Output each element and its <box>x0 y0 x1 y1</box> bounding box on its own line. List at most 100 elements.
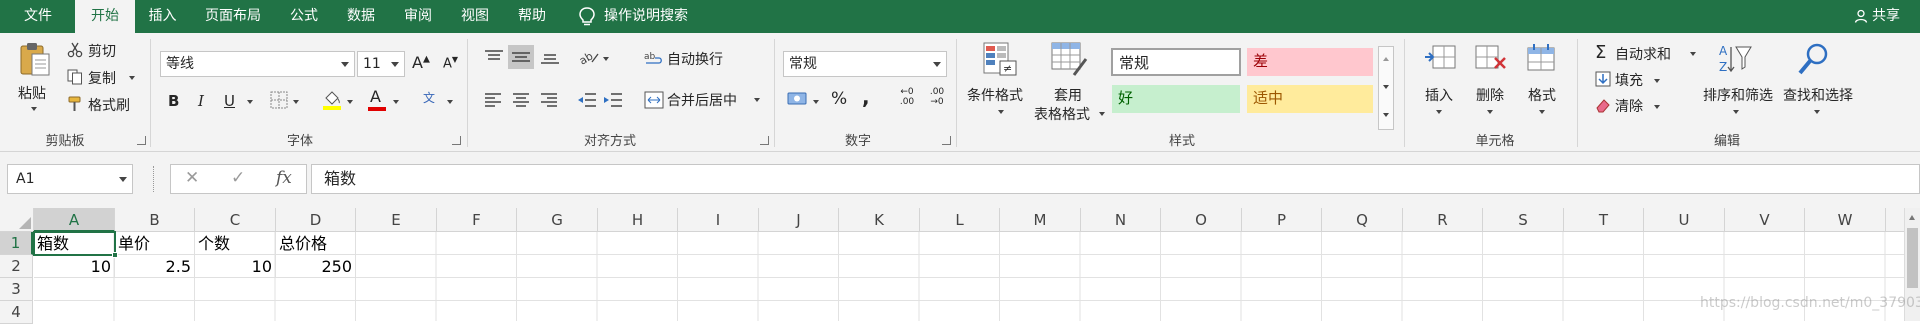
tab-page-layout[interactable]: 页面布局 <box>197 0 269 33</box>
styles-gallery-scroller[interactable] <box>1378 46 1394 130</box>
increase-decimal-button[interactable]: ←0 .00 <box>896 87 918 107</box>
paste-icon[interactable] <box>18 41 52 77</box>
formula-input[interactable]: 箱数 <box>311 164 1920 194</box>
row-header-3[interactable]: 3 <box>0 278 33 301</box>
cut-button[interactable]: 剪切 <box>88 41 116 61</box>
number-format-select[interactable]: 常规 <box>783 51 947 77</box>
style-good[interactable]: 好 <box>1112 85 1240 113</box>
grow-font-button[interactable]: A▲ <box>412 53 430 72</box>
format-as-table-dropdown-icon[interactable] <box>1099 112 1105 116</box>
scroll-down-icon[interactable] <box>1383 85 1389 89</box>
column-header-u[interactable]: U <box>1644 208 1725 232</box>
orientation-icon[interactable]: ab <box>578 48 600 66</box>
tab-help[interactable]: 帮助 <box>512 0 552 33</box>
enter-icon[interactable]: ✓ <box>231 168 245 188</box>
format-as-table-button[interactable]: 表格格式 <box>1034 104 1090 124</box>
cancel-icon[interactable]: ✕ <box>185 168 199 188</box>
column-header-f[interactable]: F <box>437 208 517 232</box>
cell-b2[interactable]: 2.5 <box>115 255 195 278</box>
fill-color-dropdown-icon[interactable] <box>347 100 353 104</box>
find-select-dropdown-icon[interactable] <box>1814 110 1820 114</box>
delete-cells-dropdown-icon[interactable] <box>1487 110 1493 114</box>
scrollbar-thumb[interactable] <box>1907 228 1918 288</box>
clear-dropdown-icon[interactable] <box>1654 105 1660 109</box>
fill-handle[interactable] <box>112 252 118 258</box>
column-header-l[interactable]: L <box>920 208 1000 232</box>
wrap-text-button[interactable]: 自动换行 <box>667 49 723 69</box>
tab-formulas[interactable]: 公式 <box>284 0 324 33</box>
number-launcher-icon[interactable] <box>942 136 951 145</box>
autosum-button[interactable]: 自动求和 <box>1615 44 1671 64</box>
column-header-t[interactable]: T <box>1564 208 1644 232</box>
cell-d2[interactable]: 250 <box>276 255 356 278</box>
cell-d1[interactable]: 总价格 <box>276 232 356 255</box>
column-header-i[interactable]: I <box>678 208 759 232</box>
increase-indent-icon[interactable] <box>603 92 623 108</box>
align-center-icon[interactable] <box>512 92 530 108</box>
column-header-v[interactable]: V <box>1725 208 1805 232</box>
column-header-d[interactable]: D <box>276 208 356 232</box>
conditional-formatting-button[interactable]: 条件格式 <box>967 85 1023 105</box>
column-header-c[interactable]: C <box>195 208 276 232</box>
column-header-a[interactable]: A <box>34 208 115 232</box>
orientation-dropdown-icon[interactable] <box>603 57 609 61</box>
percent-button[interactable]: % <box>831 89 847 109</box>
tell-me-search[interactable]: 操作说明搜索 <box>604 0 714 33</box>
column-header-j[interactable]: J <box>759 208 839 232</box>
italic-button[interactable]: I <box>198 92 204 110</box>
align-middle-button[interactable] <box>508 45 534 69</box>
column-header-e[interactable]: E <box>356 208 437 232</box>
align-top-icon[interactable] <box>484 49 504 65</box>
comma-button[interactable]: , <box>862 85 870 109</box>
insert-function-icon[interactable]: fx <box>276 168 292 188</box>
row-header-1[interactable]: 1 <box>0 232 33 255</box>
decrease-indent-icon[interactable] <box>577 92 597 108</box>
clear-button[interactable]: 清除 <box>1615 96 1643 116</box>
borders-dropdown-icon[interactable] <box>293 100 299 104</box>
insert-cells-dropdown-icon[interactable] <box>1436 110 1442 114</box>
underline-dropdown-icon[interactable] <box>247 100 253 104</box>
tab-file[interactable]: 文件 <box>8 0 68 33</box>
autosum-dropdown-icon[interactable] <box>1690 52 1696 56</box>
font-launcher-icon[interactable] <box>452 136 461 145</box>
fill-button[interactable]: 填充 <box>1615 70 1643 90</box>
formula-bar-splitter[interactable] <box>153 166 155 192</box>
bold-button[interactable]: B <box>168 92 179 110</box>
share-button[interactable]: 共享 <box>1854 0 1900 33</box>
merge-center-dropdown-icon[interactable] <box>754 98 760 102</box>
copy-dropdown-icon[interactable] <box>129 76 135 80</box>
tab-data[interactable]: 数据 <box>341 0 381 33</box>
column-header-p[interactable]: P <box>1242 208 1322 232</box>
underline-button[interactable]: U <box>224 92 235 110</box>
tab-insert[interactable]: 插入 <box>140 0 185 33</box>
font-color-button[interactable]: A <box>370 87 381 106</box>
column-header-o[interactable]: O <box>1161 208 1242 232</box>
cell-c1[interactable]: 个数 <box>195 232 276 255</box>
copy-button[interactable]: 复制 <box>88 68 116 88</box>
align-bottom-icon[interactable] <box>540 49 560 65</box>
decrease-decimal-button[interactable]: .00 →0 <box>926 87 948 107</box>
cell-a2[interactable]: 10 <box>34 255 115 278</box>
name-box[interactable]: A1 <box>7 164 133 194</box>
format-painter-button[interactable]: 格式刷 <box>88 95 130 115</box>
style-normal[interactable]: 常规 <box>1111 48 1241 76</box>
column-header-k[interactable]: K <box>839 208 920 232</box>
align-right-icon[interactable] <box>540 92 558 108</box>
fill-color-icon[interactable] <box>322 89 342 111</box>
format-cells-dropdown-icon[interactable] <box>1539 110 1545 114</box>
row-header-2[interactable]: 2 <box>0 255 33 278</box>
cell-b1[interactable]: 单价 <box>115 232 195 255</box>
chevron-down-icon[interactable] <box>119 177 127 182</box>
paste-dropdown-icon[interactable] <box>31 107 37 111</box>
column-header-g[interactable]: G <box>517 208 598 232</box>
font-color-dropdown-icon[interactable] <box>393 100 399 104</box>
column-header-h[interactable]: H <box>598 208 678 232</box>
tab-view[interactable]: 视图 <box>455 0 495 33</box>
font-size-select[interactable]: 11 <box>357 51 405 77</box>
column-header-b[interactable]: B <box>115 208 195 232</box>
shrink-font-button[interactable]: A▼ <box>443 55 458 71</box>
scroll-up-arrow-icon[interactable] <box>1909 215 1915 220</box>
style-neutral[interactable]: 适中 <box>1247 85 1373 113</box>
alignment-launcher-icon[interactable] <box>760 136 769 145</box>
paste-button[interactable]: 粘贴 <box>18 83 46 103</box>
